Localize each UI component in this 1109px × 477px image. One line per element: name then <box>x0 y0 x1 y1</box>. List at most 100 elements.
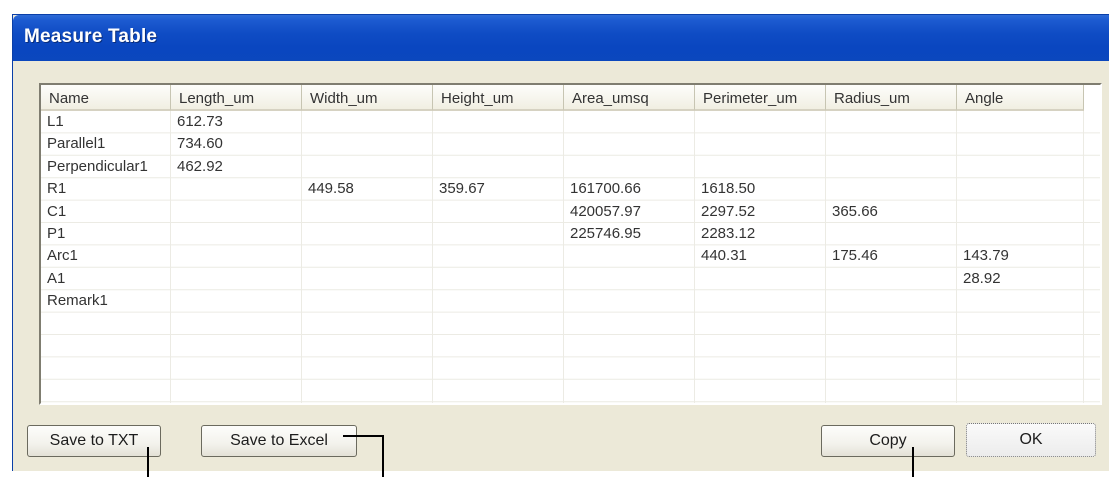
table-row[interactable]: C1 420057.97 2297.52 365.66 <box>41 201 1100 223</box>
table-cell: 143.79 <box>963 247 1009 265</box>
table-cell <box>171 223 302 245</box>
table-cell <box>695 380 826 402</box>
measure-list-view[interactable]: Name Length_um Width_um Height_um Area_umsq P… <box>39 83 1102 405</box>
table-cell <box>826 223 957 245</box>
table-cell <box>171 268 302 290</box>
table-cell <box>826 156 957 178</box>
table-cell <box>171 357 302 379</box>
table-row[interactable]: Arc1 440.31 175.46 143.79 <box>41 245 1100 267</box>
col-header-length[interactable]: Length_um <box>171 85 302 111</box>
table-cell: 225746.95 <box>570 225 641 242</box>
table-cell <box>302 335 433 357</box>
col-header-height[interactable]: Height_um <box>433 85 564 111</box>
table-row[interactable]: Parallel1 734.60 <box>41 133 1100 155</box>
table-row[interactable] <box>41 357 1100 379</box>
table-cell: 449.58 <box>308 180 354 198</box>
window-title: Measure Table <box>24 26 158 47</box>
table-header: Name Length_um Width_um Height_um Area_umsq P… <box>41 85 1100 111</box>
table-cell <box>695 268 826 290</box>
table-cell: 359.67 <box>439 180 485 198</box>
table-cell <box>433 313 564 335</box>
table-cell <box>302 111 433 133</box>
table-cell <box>695 335 826 357</box>
table-row[interactable] <box>41 380 1100 402</box>
table-cell <box>957 111 1084 133</box>
table-row[interactable]: L1 612.73 <box>41 111 1100 133</box>
table-cell <box>695 111 826 133</box>
table-cell <box>957 357 1084 379</box>
table-cell: P1 <box>47 225 66 242</box>
table-cell <box>695 290 826 312</box>
table-row[interactable]: R1 449.58 359.67 161700.66 1618.50 <box>41 178 1100 200</box>
table-cell <box>826 268 957 290</box>
copy-button[interactable]: Copy <box>821 425 955 457</box>
table-cell <box>695 313 826 335</box>
title-bar[interactable]: Measure Table <box>13 15 1109 61</box>
table-cell <box>433 111 564 133</box>
table-cell <box>826 178 957 200</box>
table-cell <box>957 178 1084 200</box>
table-cell <box>957 156 1084 178</box>
table-cell <box>433 156 564 178</box>
table-cell <box>302 156 433 178</box>
table-cell <box>826 290 957 312</box>
table-cell <box>302 201 433 223</box>
table-cell <box>171 335 302 357</box>
table-row[interactable]: P1 225746.95 2283.12 <box>41 223 1100 245</box>
save-to-txt-button[interactable]: Save to TXT <box>27 425 161 457</box>
table-cell <box>171 178 302 200</box>
table-cell <box>957 133 1084 155</box>
table-cell: 420057.97 <box>570 202 641 220</box>
table-cell <box>826 313 957 335</box>
table-cell: 161700.66 <box>570 180 641 198</box>
table-cell <box>302 380 433 402</box>
table-cell <box>433 290 564 312</box>
col-header-perimeter[interactable]: Perimeter_um <box>695 85 826 111</box>
ok-button[interactable]: OK <box>966 423 1096 457</box>
table-cell <box>302 313 433 335</box>
table-cell <box>695 357 826 379</box>
table-cell: 462.92 <box>177 157 223 175</box>
table-cell: 28.92 <box>963 269 1001 287</box>
table-cell <box>171 380 302 402</box>
table-row[interactable] <box>41 313 1100 335</box>
callout-line-txt <box>147 447 149 477</box>
table-cell: C1 <box>47 202 67 220</box>
table-cell <box>957 380 1084 402</box>
table-cell <box>433 268 564 290</box>
table-cell <box>564 313 695 335</box>
table-cell <box>957 290 1084 312</box>
table-cell <box>171 313 302 335</box>
table-cell: 734.60 <box>177 135 223 153</box>
table-cell: A1 <box>47 269 66 287</box>
table-cell <box>695 156 826 178</box>
table-cell <box>957 223 1084 245</box>
table-cell <box>564 133 695 155</box>
col-header-radius[interactable]: Radius_um <box>826 85 957 111</box>
table-cell: L1 <box>47 113 64 130</box>
table-row[interactable]: Perpendicular1 462.92 <box>41 156 1100 178</box>
col-header-angle[interactable]: Angle <box>957 85 1084 111</box>
table-cell <box>171 201 302 223</box>
col-header-name[interactable]: Name <box>41 85 171 111</box>
table-cell: 2297.52 <box>701 202 756 220</box>
table-row[interactable]: A1 28.92 <box>41 268 1100 290</box>
save-to-excel-button[interactable]: Save to Excel <box>201 425 357 457</box>
table-row[interactable] <box>41 335 1100 357</box>
table-cell <box>957 335 1084 357</box>
table-cell <box>826 335 957 357</box>
table-cell <box>433 380 564 402</box>
table-cell <box>564 111 695 133</box>
table-cell <box>302 268 433 290</box>
table-cell: Perpendicular1 <box>47 157 148 175</box>
table-cell <box>826 357 957 379</box>
table-cell: 365.66 <box>832 202 878 220</box>
table-row[interactable]: Remark1 <box>41 290 1100 312</box>
table-cell <box>695 133 826 155</box>
table-cell: Remark1 <box>47 292 108 310</box>
table-cell <box>564 245 695 267</box>
table-cell <box>302 245 433 267</box>
col-header-width[interactable]: Width_um <box>302 85 433 111</box>
callout-line-excel-h <box>343 435 383 437</box>
col-header-area[interactable]: Area_umsq <box>564 85 695 111</box>
